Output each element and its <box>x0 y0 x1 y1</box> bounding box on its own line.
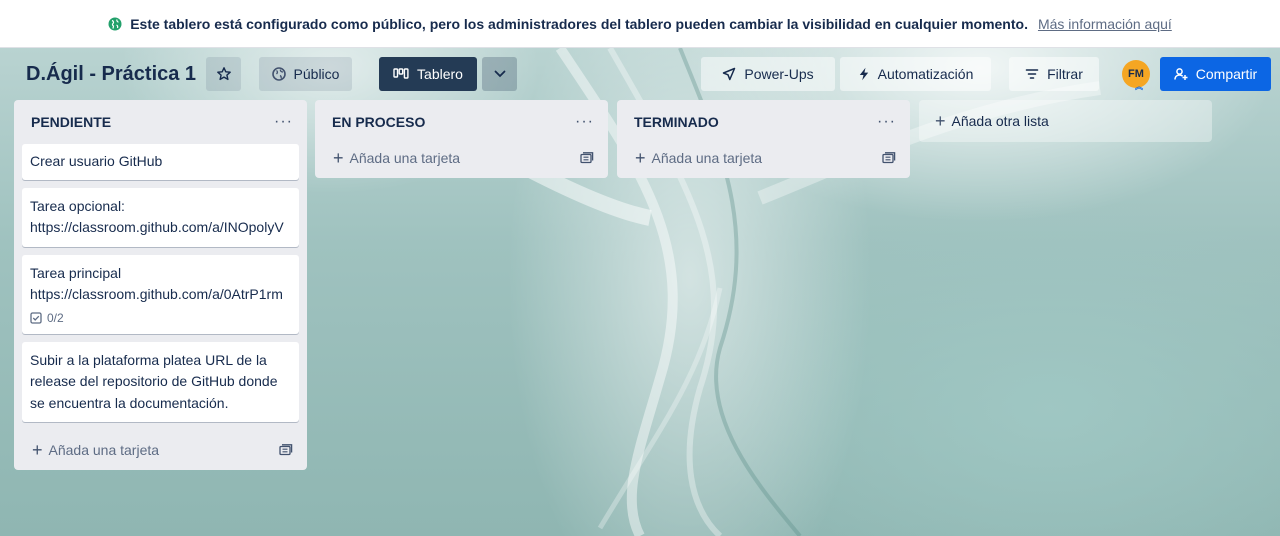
plus-icon: + <box>333 148 344 168</box>
list-header: PENDIENTE ··· <box>14 100 307 144</box>
board-header: D.Ágil - Práctica 1 Público Tablero Powe… <box>0 48 1280 100</box>
filter-label: Filtrar <box>1047 66 1083 82</box>
visibility-banner: Este tablero está configurado como públi… <box>0 0 1280 48</box>
plus-icon: + <box>32 440 43 460</box>
list-title[interactable]: TERMINADO <box>634 114 719 130</box>
list-menu-icon[interactable]: ··· <box>877 113 896 131</box>
template-icon[interactable] <box>580 152 594 164</box>
visibility-label: Público <box>293 66 340 82</box>
admin-chevron-icon: ︽ <box>1135 82 1143 91</box>
add-member-icon <box>1174 68 1188 80</box>
list-title[interactable]: PENDIENTE <box>31 114 111 130</box>
add-card-button[interactable]: + Añada una tarjeta <box>315 138 608 178</box>
add-card-label: Añada una tarjeta <box>48 442 160 458</box>
more-info-link[interactable]: Más información aquí <box>1038 16 1172 32</box>
add-list-label: Añada otra lista <box>951 113 1049 129</box>
filter-icon <box>1025 69 1039 79</box>
add-card-label: Añada una tarjeta <box>651 150 763 166</box>
avatar[interactable]: FM ︽ <box>1122 60 1150 91</box>
list-pendiente: PENDIENTE ··· Crear usuario GitHub Tarea… <box>14 100 307 470</box>
template-icon[interactable] <box>882 152 896 164</box>
star-icon <box>216 67 231 81</box>
card[interactable]: Tarea principal https://classroom.github… <box>22 254 299 334</box>
add-card-label: Añada una tarjeta <box>349 150 461 166</box>
plus-icon: + <box>935 111 946 131</box>
share-label: Compartir <box>1195 66 1258 82</box>
list-terminado: TERMINADO ··· + Añada una tarjeta <box>617 100 910 178</box>
checklist-icon <box>30 311 42 324</box>
add-list-button[interactable]: + Añada otra lista <box>919 100 1212 142</box>
banner-message: Este tablero está configurado como públi… <box>130 15 1028 32</box>
share-button[interactable]: Compartir <box>1160 57 1271 91</box>
list-menu-icon[interactable]: ··· <box>575 113 594 131</box>
power-ups-label: Power-Ups <box>744 66 814 82</box>
card[interactable]: Tarea opcional: https://classroom.github… <box>22 187 299 247</box>
power-ups-button[interactable]: Power-Ups <box>701 57 835 91</box>
card-title: Tarea opcional: https://classroom.github… <box>30 197 284 236</box>
template-icon[interactable] <box>279 444 293 456</box>
avatar-initials: FM <box>1128 68 1144 80</box>
chevron-down-icon <box>494 70 505 78</box>
card-title: Tarea principal https://classroom.github… <box>30 264 283 303</box>
card[interactable]: Subir a la plataforma platea URL de la r… <box>22 341 299 422</box>
checklist-badge: 0/2 <box>30 310 291 326</box>
globe-icon <box>108 17 122 30</box>
plus-icon: + <box>635 148 646 168</box>
add-card-button[interactable]: + Añada una tarjeta <box>617 138 910 178</box>
board-view-label: Tablero <box>417 66 463 82</box>
card-title: Subir a la plataforma platea URL de la r… <box>30 351 278 411</box>
filter-button[interactable]: Filtrar <box>1009 57 1099 91</box>
card[interactable]: Crear usuario GitHub <box>22 144 299 180</box>
list-menu-icon[interactable]: ··· <box>274 113 293 131</box>
board-view-icon <box>393 68 409 79</box>
checklist-count: 0/2 <box>47 310 64 325</box>
rocket-icon <box>723 67 736 81</box>
add-card-button[interactable]: + Añada una tarjeta <box>14 430 307 470</box>
board-view-button[interactable]: Tablero <box>379 57 477 91</box>
list-title[interactable]: EN PROCESO <box>332 114 425 130</box>
automation-button[interactable]: Automatización <box>840 57 991 91</box>
view-switcher-button[interactable] <box>482 57 517 91</box>
board-title[interactable]: D.Ágil - Práctica 1 <box>26 63 196 86</box>
globe-icon <box>271 67 286 81</box>
card-title: Crear usuario GitHub <box>30 153 163 169</box>
visibility-button[interactable]: Público <box>259 57 352 91</box>
automation-label: Automatización <box>877 66 974 82</box>
list-en-proceso: EN PROCESO ··· + Añada una tarjeta <box>315 100 608 178</box>
lightning-icon <box>859 67 868 81</box>
star-button[interactable] <box>206 57 241 91</box>
